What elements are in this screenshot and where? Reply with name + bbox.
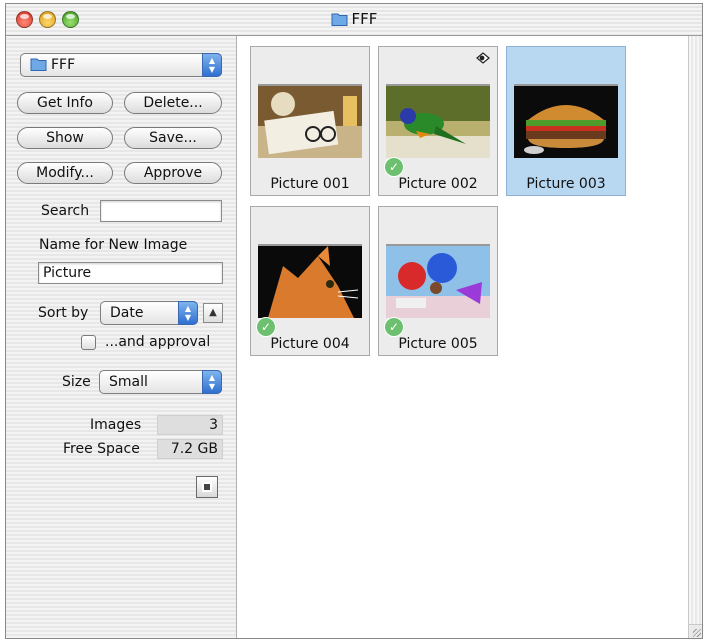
vertical-scrollbar[interactable] [688, 36, 702, 624]
thumbnail-image [258, 244, 362, 318]
name-for-new-image-label: Name for New Image [39, 237, 188, 253]
sidebar: FFF ▲ ▼ Get Info Delete... Show Save... M… [6, 36, 237, 638]
save-button[interactable]: Save... [124, 127, 222, 149]
approved-check-icon: ✓ [384, 317, 404, 337]
title-bar[interactable]: FFF [6, 4, 702, 36]
size-label: Size [62, 374, 91, 390]
search-input[interactable] [100, 200, 222, 222]
sort-direction-icon[interactable]: ▲ [203, 303, 223, 323]
show-button[interactable]: Show [17, 127, 113, 149]
thumbnail-name: Picture 003 [526, 176, 606, 192]
popup-arrows-icon: ▲ ▼ [202, 370, 222, 394]
approved-check-icon: ✓ [256, 317, 276, 337]
folder-popup-label: FFF [51, 57, 76, 73]
thumbnail-name: Picture 002 [398, 176, 478, 192]
resize-grip-icon[interactable] [688, 624, 702, 638]
popup-arrows-icon: ▲ ▼ [178, 301, 198, 325]
size-value: Small [109, 374, 148, 390]
thumbnail-picture-004[interactable]: ✓ Picture 004 [250, 206, 370, 356]
free-space-label: Free Space [63, 441, 140, 457]
sort-by-value: Date [110, 305, 144, 321]
frame-toggle-button[interactable] [196, 476, 218, 498]
thumbnail-picture-005[interactable]: ✓ Picture 005 [378, 206, 498, 356]
thumbnail-browser: Picture 001 ✓ Picture 002 Picture 003 ✓ … [237, 36, 702, 638]
thumbnail-name: Picture 004 [270, 336, 350, 352]
sort-by-popup[interactable]: Date ▲ ▼ [100, 301, 198, 325]
images-label: Images [90, 417, 142, 433]
sort-by-label: Sort by [38, 305, 89, 321]
thumbnail-name: Picture 001 [270, 176, 350, 192]
size-popup[interactable]: Small ▲ ▼ [99, 370, 222, 394]
get-info-button[interactable]: Get Info [17, 92, 113, 114]
thumbnail-image [386, 244, 490, 318]
thumbnail-picture-001[interactable]: Picture 001 [250, 46, 370, 196]
delete-button[interactable]: Delete... [124, 92, 222, 114]
approval-checkbox[interactable] [81, 335, 96, 350]
popup-arrows-icon: ▲ ▼ [202, 53, 222, 77]
app-window: FFF FFF ▲ ▼ Get Info Delete... Show Save.… [5, 3, 703, 639]
approve-button[interactable]: Approve [124, 162, 222, 184]
thumbnail-name: Picture 005 [398, 336, 478, 352]
thumbnail-picture-003[interactable]: Picture 003 [506, 46, 626, 196]
folder-icon [331, 13, 348, 26]
folder-popup[interactable]: FFF ▲ ▼ [20, 53, 222, 77]
thumbnail-image [514, 84, 618, 158]
thumbnail-image [386, 84, 490, 158]
thumbnail-picture-002[interactable]: ✓ Picture 002 [378, 46, 498, 196]
approval-label: ...and approval [105, 334, 211, 350]
free-space-value: 7.2 GB [157, 439, 223, 459]
thumbnail-image [258, 84, 362, 158]
modify-button[interactable]: Modify... [17, 162, 113, 184]
images-count: 3 [157, 415, 223, 435]
new-image-name-field[interactable]: Picture [38, 262, 223, 284]
window-title-text: FFF [351, 10, 378, 28]
eye-icon [476, 52, 490, 64]
window-title: FFF [6, 10, 702, 28]
approved-check-icon: ✓ [384, 157, 404, 177]
folder-icon [30, 58, 47, 71]
search-label: Search [41, 203, 90, 219]
